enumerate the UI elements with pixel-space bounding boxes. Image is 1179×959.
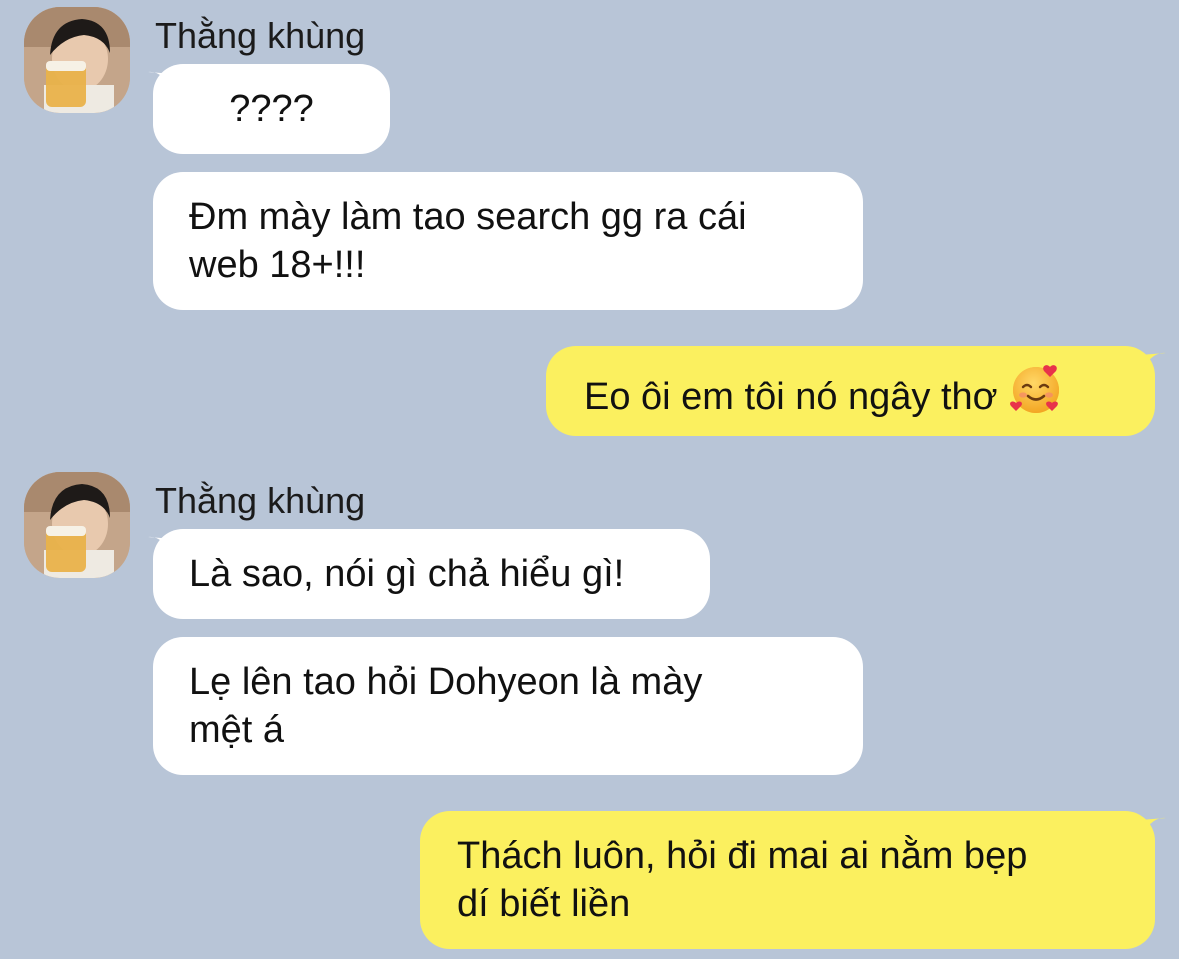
- message-text: Đm mày làm tao search gg ra cái web 18+!…: [189, 196, 747, 286]
- sender-avatar[interactable]: [24, 7, 130, 113]
- sender-avatar[interactable]: [24, 472, 130, 578]
- user-avatar-photo: [24, 472, 130, 578]
- message-bubble[interactable]: Lẹ lên tao hỏi Dohyeon là mày mệt á: [153, 637, 863, 775]
- message-text: Lẹ lên tao hỏi Dohyeon là mày mệt á: [189, 661, 703, 751]
- message-bubble[interactable]: Thách luôn, hỏi đi mai ai nằm bẹp dí biế…: [420, 811, 1155, 949]
- message-bubble[interactable]: Eo ôi em tôi nó ngây thơ: [546, 346, 1155, 436]
- bubble-tail: [1140, 352, 1166, 373]
- message-text: Là sao, nói gì chả hiểu gì!: [189, 553, 625, 595]
- smiling-face-with-hearts-icon: [1009, 363, 1062, 427]
- message-bubble[interactable]: ????: [153, 64, 390, 154]
- message-text: Thách luôn, hỏi đi mai ai nằm bẹp dí biế…: [457, 835, 1028, 925]
- message-text: Eo ôi em tôi nó ngây thơ: [584, 376, 998, 419]
- message-text: ????: [229, 88, 314, 130]
- sender-name: Thằng khùng: [155, 15, 366, 56]
- user-avatar-photo: [24, 7, 130, 113]
- sender-name: Thằng khùng: [155, 480, 366, 521]
- bubble-tail: [1140, 817, 1166, 838]
- message-bubble[interactable]: Đm mày làm tao search gg ra cái web 18+!…: [153, 172, 863, 310]
- message-bubble[interactable]: Là sao, nói gì chả hiểu gì!: [153, 529, 710, 619]
